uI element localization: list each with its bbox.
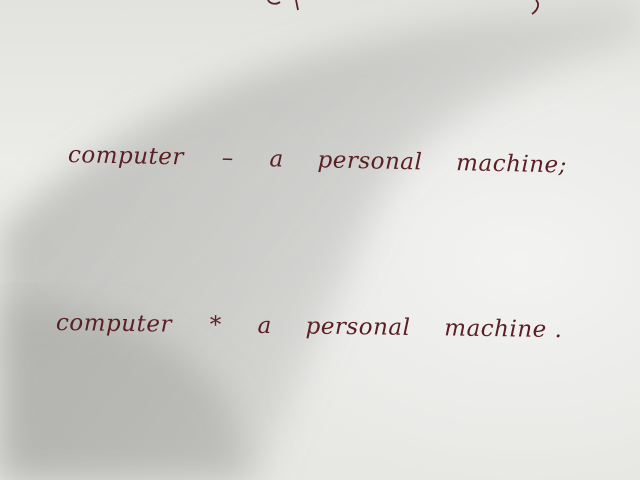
asterisk-separator: * xyxy=(209,312,222,339)
term-word: computer xyxy=(67,142,185,171)
handwritten-note-photo: computer – a personal machine; computer … xyxy=(0,0,640,480)
article-word: a xyxy=(269,146,285,173)
term-word: computer xyxy=(55,310,173,338)
machine-word: machine xyxy=(455,150,559,179)
machine-word: machine xyxy=(444,315,547,343)
semicolon-punct: ; xyxy=(558,152,568,179)
personal-word: personal xyxy=(317,147,423,176)
top-cut-handwriting xyxy=(267,0,539,15)
period-punct: . xyxy=(554,316,563,344)
personal-word: personal xyxy=(305,313,411,341)
handwritten-line-2: computer * a personal machine . xyxy=(56,310,563,343)
dash-separator: – xyxy=(221,145,234,172)
article-word: a xyxy=(257,312,272,340)
shadow-overlay xyxy=(0,0,640,480)
handwritten-line-1: computer – a personal machine; xyxy=(68,142,567,178)
